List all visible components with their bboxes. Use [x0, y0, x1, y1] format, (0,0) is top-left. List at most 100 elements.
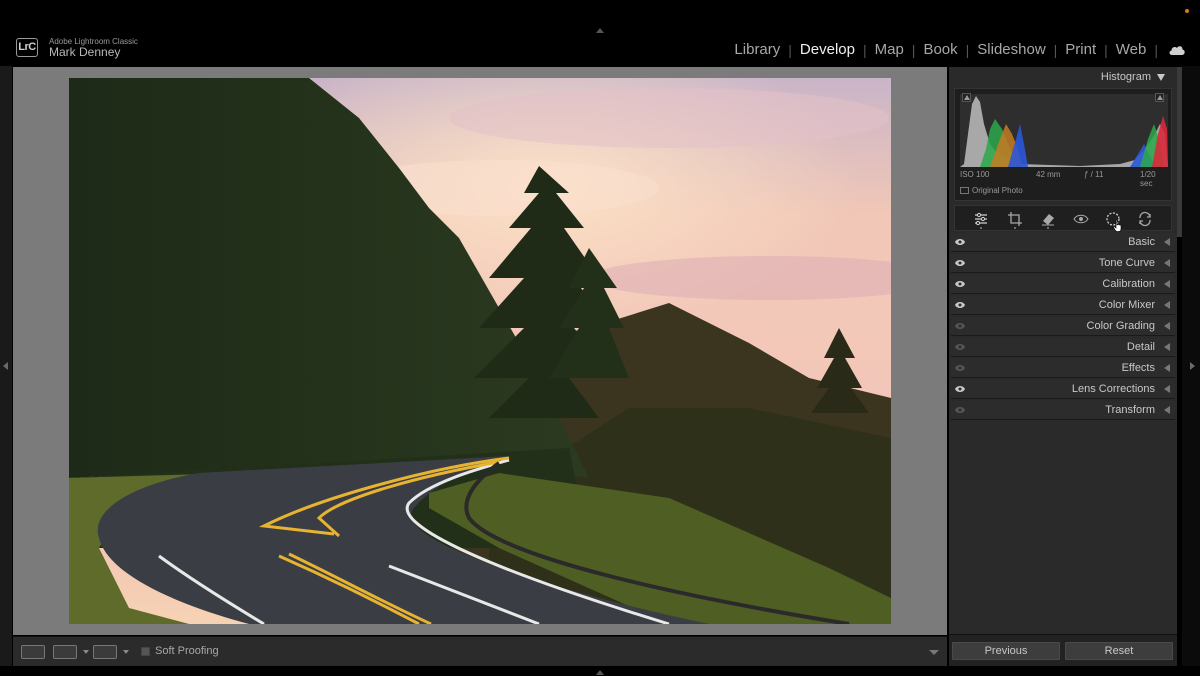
histogram-graph — [960, 94, 1168, 167]
module-separator: | — [965, 41, 970, 58]
expand-triangle-icon[interactable] — [1164, 385, 1170, 393]
presets-cycle-icon[interactable] — [1137, 211, 1153, 227]
panel-calibration[interactable]: Calibration — [951, 275, 1175, 294]
before-after-dropdown-icon[interactable] — [83, 650, 89, 654]
soft-proofing-checkbox[interactable] — [141, 647, 150, 656]
module-separator: | — [862, 41, 867, 58]
module-picker: Library | Develop | Map | Book | Slidesh… — [734, 41, 1186, 58]
module-slideshow[interactable]: Slideshow — [977, 41, 1045, 58]
panel-detail[interactable]: Detail — [951, 338, 1175, 357]
toolbar-content-menu[interactable] — [923, 644, 943, 660]
expand-triangle-icon[interactable] — [1164, 280, 1170, 288]
module-map[interactable]: Map — [875, 41, 904, 58]
expand-triangle-icon[interactable] — [1164, 364, 1170, 372]
panel-color-grading[interactable]: Color Grading — [951, 317, 1175, 336]
tool-dot — [1047, 227, 1049, 229]
eye-icon[interactable] — [955, 385, 965, 393]
cloud-sync-icon[interactable] — [1168, 43, 1186, 57]
module-web[interactable]: Web — [1116, 41, 1147, 58]
module-separator: | — [788, 41, 792, 58]
eye-off-icon[interactable] — [955, 364, 965, 372]
original-photo-label: Original Photo — [972, 186, 1023, 195]
module-separator: | — [911, 41, 916, 58]
expand-triangle-icon[interactable] — [1164, 343, 1170, 351]
module-develop[interactable]: Develop — [800, 41, 855, 58]
activity-indicator[interactable] — [1185, 9, 1189, 13]
mouse-cursor-icon — [1113, 219, 1122, 232]
panel-effects[interactable]: Effects — [951, 359, 1175, 378]
right-panel-toggle-arrow[interactable] — [1190, 362, 1195, 370]
develop-canvas[interactable] — [13, 67, 947, 635]
develop-toolbar: Soft Proofing — [13, 636, 947, 666]
expand-triangle-icon[interactable] — [1164, 406, 1170, 414]
top-bar: LrC Adobe Lightroom Classic Mark Denney … — [0, 0, 1200, 66]
right-panel: Histogram ISO 100 42 mm ƒ / 11 1/20 sec … — [949, 67, 1177, 666]
swap-before-after-button[interactable] — [93, 645, 117, 659]
panel-label: Transform — [1105, 404, 1155, 416]
eye-off-icon[interactable] — [955, 406, 965, 414]
panel-label: Color Mixer — [1098, 299, 1155, 311]
previous-button[interactable]: Previous — [952, 642, 1060, 660]
loupe-view-button[interactable] — [21, 645, 45, 659]
panel-scrollbar[interactable] — [1177, 67, 1182, 237]
eye-off-icon[interactable] — [955, 322, 965, 330]
landscape-photo-image — [69, 78, 891, 624]
iso-value: ISO 100 — [960, 170, 990, 179]
expand-triangle-icon[interactable] — [1164, 301, 1170, 309]
before-after-view-button[interactable] — [53, 645, 77, 659]
photo-preview[interactable] — [69, 78, 891, 624]
panel-label: Lens Corrections — [1071, 383, 1155, 395]
eye-icon[interactable] — [955, 301, 965, 309]
collapse-triangle-icon[interactable] — [1157, 74, 1165, 81]
red-eye-icon[interactable] — [1073, 211, 1089, 227]
filmstrip-toggle-arrow[interactable] — [596, 670, 604, 675]
aperture-value: ƒ / 11 — [1084, 170, 1104, 179]
histogram[interactable]: ISO 100 42 mm ƒ / 11 1/20 sec Original P… — [954, 88, 1172, 201]
crop-icon[interactable] — [1007, 211, 1023, 227]
panel-lens-corrections[interactable]: Lens Corrections — [951, 380, 1175, 399]
develop-tool-strip — [954, 205, 1172, 232]
panel-color-mixer[interactable]: Color Mixer — [951, 296, 1175, 315]
reset-button[interactable]: Reset — [1065, 642, 1173, 660]
eye-icon[interactable] — [955, 238, 965, 246]
panel-transform[interactable]: Transform — [951, 401, 1175, 420]
top-panel-toggle-arrow[interactable] — [596, 28, 604, 33]
original-photo-indicator: Original Photo — [960, 186, 1023, 195]
panel-tone-curve[interactable]: Tone Curve — [951, 254, 1175, 273]
original-photo-icon — [960, 187, 969, 194]
panel-label: Detail — [1126, 341, 1155, 353]
eye-off-icon[interactable] — [955, 343, 965, 351]
panel-basic[interactable]: Basic — [951, 233, 1175, 252]
shutter-speed-value: 1/20 sec — [1140, 170, 1156, 188]
left-panel-toggle-arrow[interactable] — [3, 362, 8, 370]
histogram-header[interactable]: Histogram — [949, 67, 1177, 87]
shadow-clipping-indicator[interactable] — [962, 93, 971, 102]
panel-label: Calibration — [1102, 278, 1155, 290]
expand-triangle-icon[interactable] — [1164, 259, 1170, 267]
highlight-clipping-indicator[interactable] — [1155, 93, 1164, 102]
soft-proofing-label: Soft Proofing — [155, 645, 219, 657]
tool-active-dot — [980, 227, 982, 229]
module-separator: | — [1154, 41, 1158, 58]
module-print[interactable]: Print — [1065, 41, 1096, 58]
module-separator: | — [1104, 41, 1108, 58]
copy-settings-dropdown-icon[interactable] — [123, 650, 129, 654]
module-library[interactable]: Library — [734, 41, 780, 58]
module-book[interactable]: Book — [923, 41, 957, 58]
lrc-logo: LrC — [16, 38, 38, 57]
eye-icon[interactable] — [955, 280, 965, 288]
expand-triangle-icon[interactable] — [1164, 322, 1170, 330]
panel-label: Color Grading — [1086, 320, 1155, 332]
eye-icon[interactable] — [955, 259, 965, 267]
panel-label: Tone Curve — [1098, 257, 1155, 269]
histogram-curves — [960, 96, 1168, 167]
focal-length-value: 42 mm — [1036, 170, 1061, 179]
panel-label: Effects — [1121, 362, 1155, 374]
module-separator: | — [1053, 41, 1058, 58]
edit-sliders-icon[interactable] — [973, 211, 989, 227]
panel-label: Basic — [1128, 236, 1155, 248]
histogram-title: Histogram — [1100, 71, 1151, 83]
expand-triangle-icon[interactable] — [1164, 238, 1170, 246]
tool-dot — [1014, 227, 1016, 229]
healing-eraser-icon[interactable] — [1040, 211, 1056, 227]
